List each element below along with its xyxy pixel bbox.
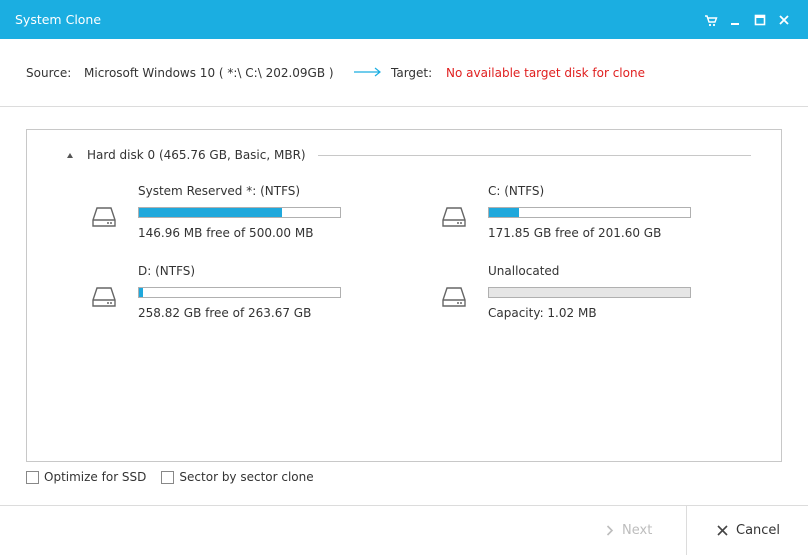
partition-item[interactable]: System Reserved *: (NTFS) 146.96 MB free…	[91, 184, 351, 244]
footer: Next Cancel	[0, 505, 808, 555]
disk-label: Hard disk 0 (465.76 GB, Basic, MBR)	[87, 148, 306, 162]
close-icon[interactable]	[775, 11, 793, 29]
partition-info: 258.82 GB free of 263.67 GB	[138, 306, 312, 320]
clone-options: Optimize for SSD Sector by sector clone	[26, 470, 329, 484]
partition-info: Capacity: 1.02 MB	[488, 306, 597, 320]
next-button[interactable]: Next	[606, 523, 652, 538]
sector-clone-option[interactable]: Sector by sector clone	[161, 470, 314, 484]
sector-clone-checkbox[interactable]	[161, 470, 175, 484]
partition-info: 146.96 MB free of 500.00 MB	[138, 226, 314, 240]
usage-bar	[138, 287, 341, 298]
partition-name: System Reserved *: (NTFS)	[138, 184, 301, 198]
partition-info: 171.85 GB free of 201.60 GB	[488, 226, 662, 240]
usage-bar	[138, 207, 341, 218]
window-title: System Clone	[15, 12, 102, 27]
partition-item[interactable]: D: (NTFS) 258.82 GB free of 263.67 GB	[91, 264, 351, 324]
partition-name: D: (NTFS)	[138, 264, 196, 278]
usage-bar	[488, 287, 691, 298]
chevron-right-icon	[606, 525, 614, 536]
hard-drive-icon	[441, 204, 467, 230]
hard-drive-icon	[91, 204, 117, 230]
cancel-label: Cancel	[736, 523, 781, 538]
title-bar: System Clone	[0, 0, 808, 39]
close-icon	[717, 525, 728, 536]
collapse-triangle-icon[interactable]	[67, 152, 73, 158]
sector-clone-label: Sector by sector clone	[179, 470, 314, 484]
partition-item[interactable]: C: (NTFS) 171.85 GB free of 201.60 GB	[441, 184, 701, 244]
partition-item[interactable]: Unallocated Capacity: 1.02 MB	[441, 264, 701, 324]
next-label: Next	[622, 523, 653, 538]
optimize-ssd-label: Optimize for SSD	[44, 470, 147, 484]
partition-name: C: (NTFS)	[488, 184, 545, 198]
usage-bar-fill	[139, 288, 144, 297]
disk-divider	[318, 155, 751, 156]
disk-header[interactable]: Hard disk 0 (465.76 GB, Basic, MBR)	[67, 148, 306, 162]
cancel-button[interactable]: Cancel	[717, 523, 780, 538]
target-label: Target:	[391, 66, 433, 80]
optimize-ssd-option[interactable]: Optimize for SSD	[26, 470, 146, 484]
partition-name: Unallocated	[488, 264, 560, 278]
hard-drive-icon	[441, 284, 467, 310]
source-target-row: Source: Microsoft Windows 10 ( *:\ C:\ 2…	[0, 39, 808, 107]
hard-drive-icon	[91, 284, 117, 310]
footer-divider	[686, 506, 687, 555]
maximize-icon[interactable]	[751, 11, 769, 29]
usage-bar-fill	[139, 208, 282, 217]
target-value: No available target disk for clone	[446, 66, 645, 80]
source-value: Microsoft Windows 10 ( *:\ C:\ 202.09GB …	[84, 66, 334, 80]
minimize-icon[interactable]	[726, 11, 744, 29]
arrow-right-icon	[354, 66, 382, 80]
optimize-ssd-checkbox[interactable]	[26, 470, 39, 484]
cart-icon[interactable]	[702, 11, 720, 29]
usage-bar-fill	[489, 208, 520, 217]
disk-panel: Hard disk 0 (465.76 GB, Basic, MBR) Syst…	[26, 129, 782, 462]
source-label: Source:	[26, 66, 72, 80]
usage-bar	[488, 207, 691, 218]
